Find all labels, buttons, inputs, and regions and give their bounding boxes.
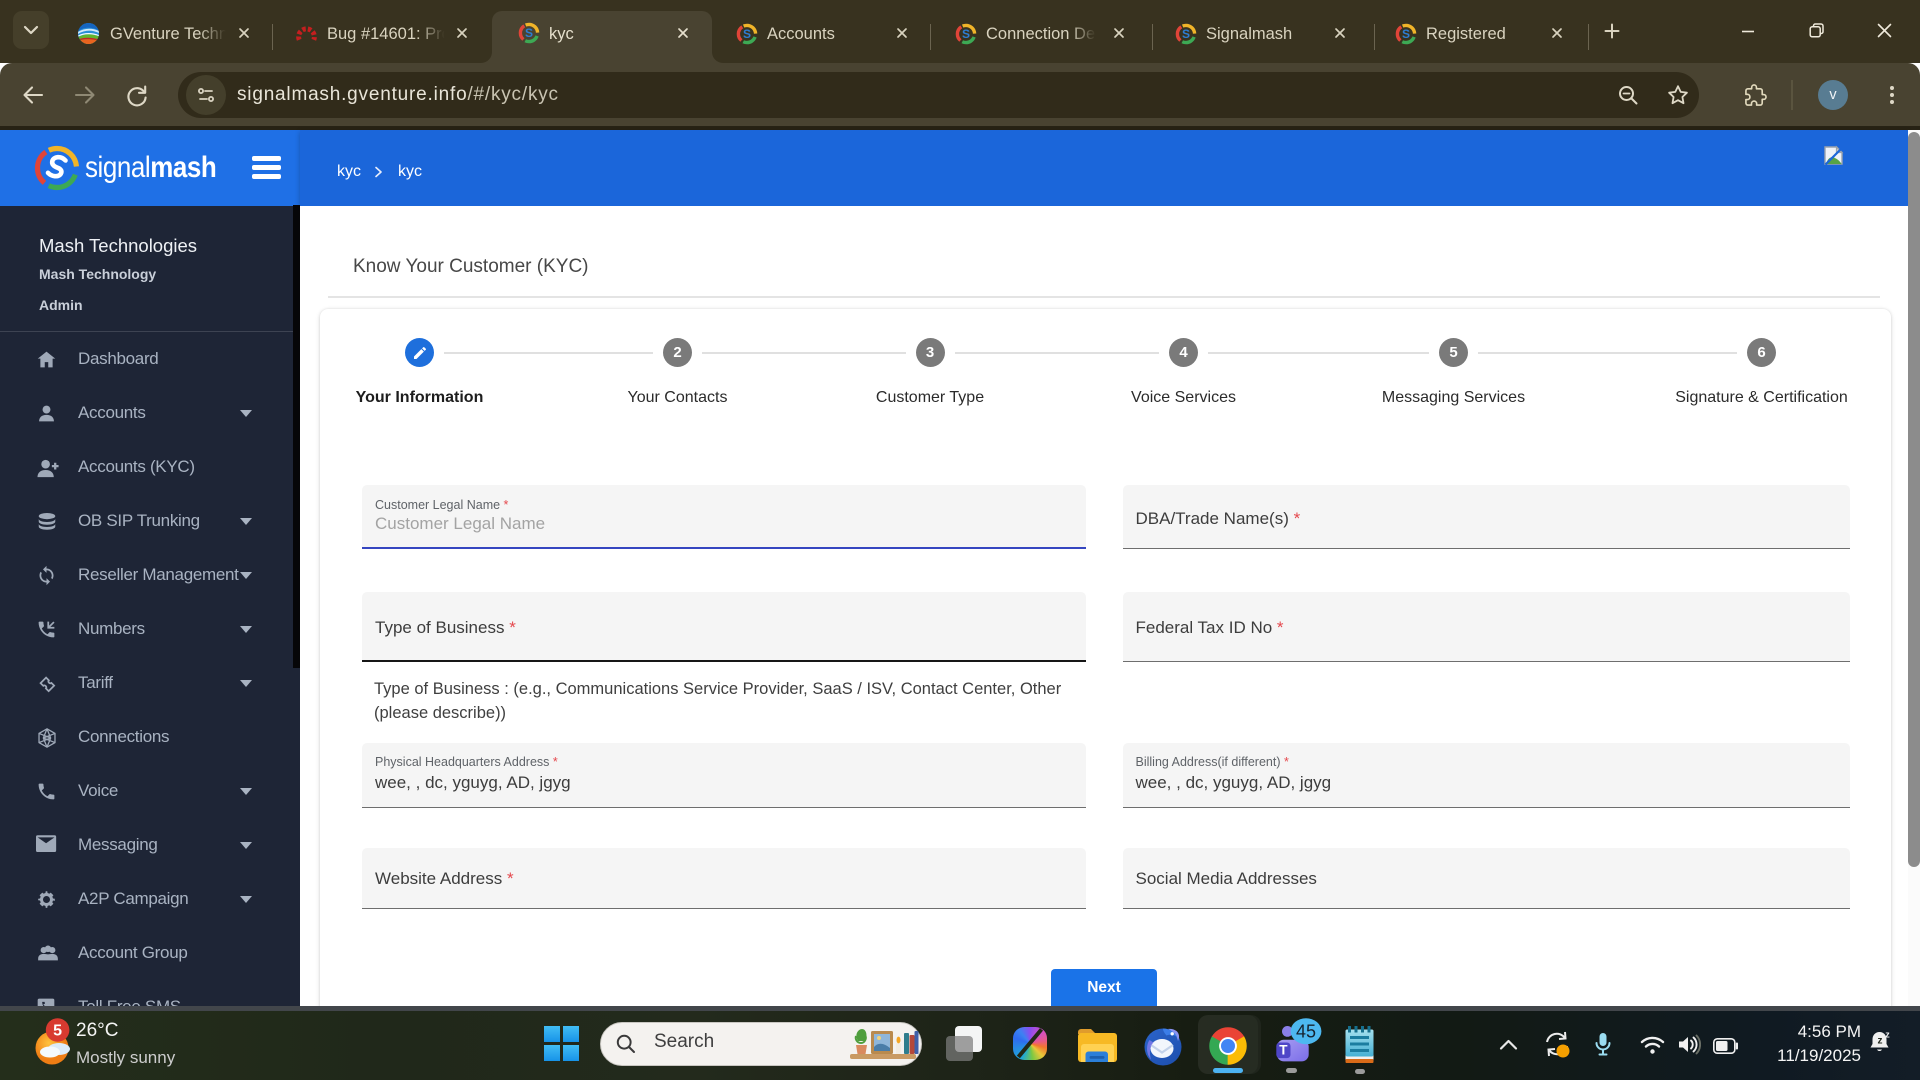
svg-text:S: S [962, 27, 970, 41]
svg-text:S: S [1182, 27, 1190, 41]
svg-text:S: S [1402, 27, 1410, 41]
svg-text:45: 45 [1296, 1022, 1316, 1042]
svg-text:z: z [1885, 1030, 1890, 1040]
svg-text:5: 5 [53, 1023, 62, 1040]
svg-text:S: S [743, 27, 751, 41]
svg-text:S: S [525, 26, 533, 40]
svg-text:z: z [1878, 1036, 1883, 1047]
svg-text:T: T [1279, 1043, 1288, 1058]
